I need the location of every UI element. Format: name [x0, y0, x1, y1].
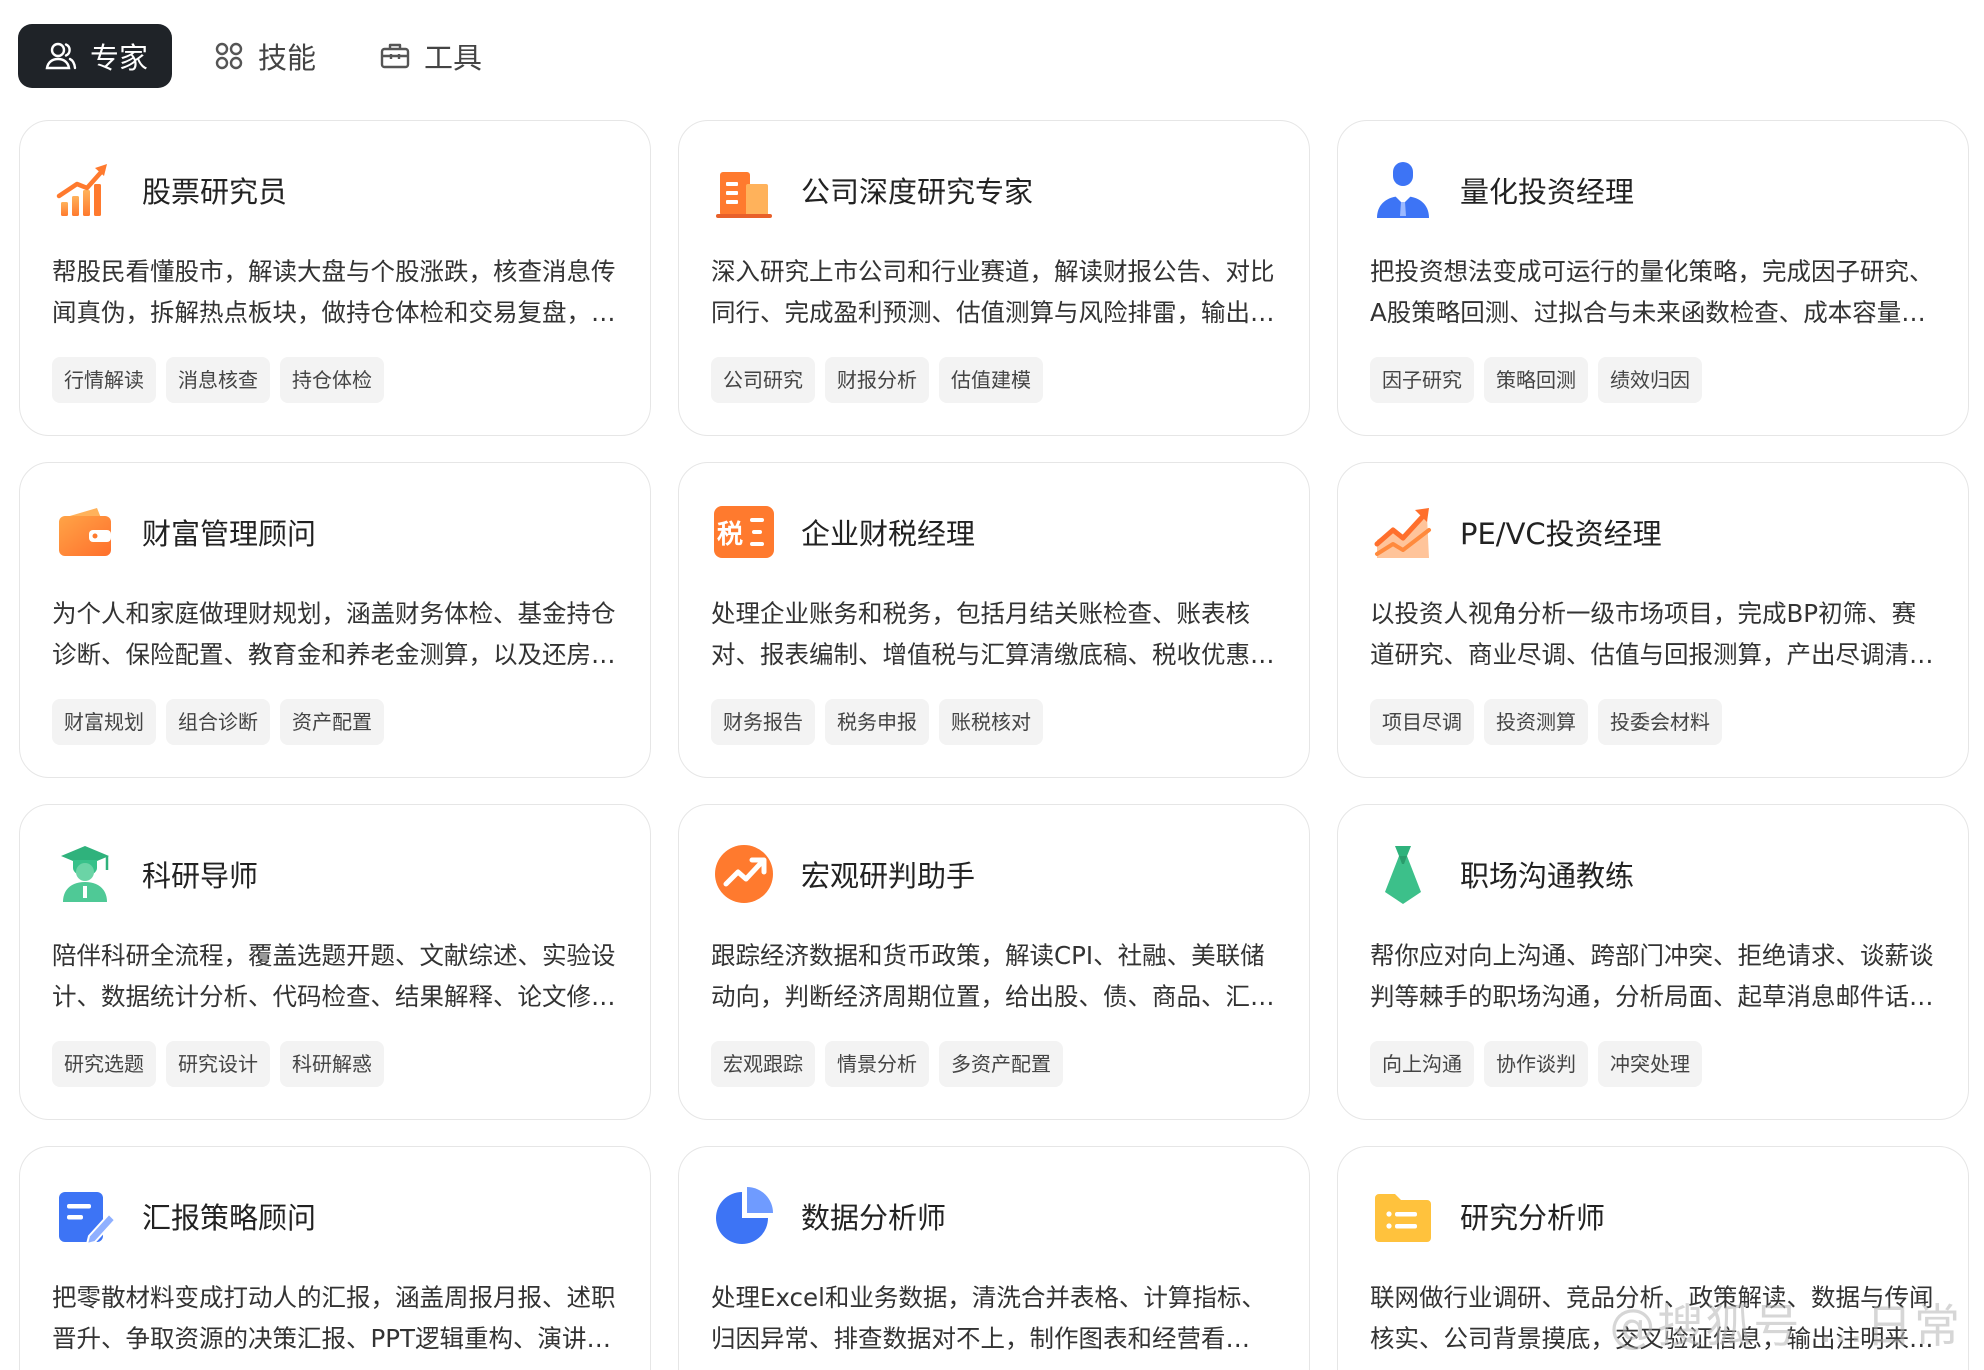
card-description: 深入研究上市公司和行业赛道，解读财报公告、对比同行、完成盈利预测、估值测算与风险…: [711, 257, 1275, 327]
grid-dots-icon: [215, 42, 243, 70]
tag: 公司研究: [711, 357, 815, 403]
card-title: 研究分析师: [1460, 1201, 1606, 1235]
tag: 财富规划: [52, 699, 156, 745]
card-description: 把投资想法变成可运行的量化策略，完成因子研究、A股策略回测、过拟合与未来函数检查…: [1370, 257, 1934, 327]
expert-card[interactable]: 量化投资经理 把投资想法变成可运行的量化策略，完成因子研究、A股策略回测、过拟合…: [1337, 120, 1969, 436]
rising-bar-chart-icon: [52, 157, 118, 223]
card-description: 为个人和家庭做理财规划，涵盖财务体检、基金持仓诊断、保险配置、教育金和养老金测算…: [52, 599, 616, 669]
expert-card[interactable]: 宏观研判助手 跟踪经济数据和货币政策，解读CPI、社融、美联储动向，判断经济周期…: [678, 804, 1310, 1120]
expert-card[interactable]: 职场沟通教练 帮你应对向上沟通、跨部门冲突、拒绝请求、谈薪谈判等棘手的职场沟通，…: [1337, 804, 1969, 1120]
tab-experts[interactable]: 专家: [18, 24, 173, 88]
expert-card[interactable]: 数据分析师 处理Excel和业务数据，清洗合并表格、计算指标、归因异常、排查数据…: [678, 1146, 1310, 1370]
tag: 策略回测: [1484, 357, 1588, 403]
card-title: 数据分析师: [801, 1201, 947, 1235]
expert-card[interactable]: 财富管理顾问 为个人和家庭做理财规划，涵盖财务体检、基金持仓诊断、保险配置、教育…: [19, 462, 651, 778]
card-title: 科研导师: [142, 859, 259, 893]
folder-list-icon: [1370, 1183, 1436, 1249]
tag: 向上沟通: [1370, 1041, 1474, 1087]
expert-card[interactable]: 股票研究员 帮股民看懂股市，解读大盘与个股涨跌，核查消息传闻真伪，拆解热点板块，…: [19, 120, 651, 436]
tag: 投资测算: [1484, 699, 1588, 745]
tag: 税务申报: [825, 699, 929, 745]
tag-list: 行情解读 消息核查 持仓体检: [52, 357, 616, 403]
card-description: 以投资人视角分析一级市场项目，完成BP初筛、赛道研究、商业尽调、估值与回报测算，…: [1370, 599, 1917, 669]
tag-list: 项目尽调 投资测算 投委会材料: [1370, 699, 1934, 745]
card-title: 企业财税经理: [801, 517, 976, 551]
toolbox-icon: [380, 43, 410, 69]
businessman-icon: [1370, 157, 1436, 223]
tag-list: 宏观跟踪 情景分析 多资产配置: [711, 1041, 1275, 1087]
expert-card[interactable]: 研究分析师 联网做行业调研、竞品分析、政策解读、数据与传闻核实、公司背景摸底，交…: [1337, 1146, 1969, 1370]
pie-chart-icon: [711, 1183, 777, 1249]
tab-label: 技能: [258, 41, 317, 75]
tag-list: 财富规划 组合诊断 资产配置: [52, 699, 616, 745]
card-title: 汇报策略顾问: [142, 1201, 317, 1235]
tag-list: 向上沟通 协作谈判 冲突处理: [1370, 1041, 1934, 1087]
tag: 投委会材料: [1598, 699, 1722, 745]
trend-chart-icon: [1370, 499, 1436, 565]
tag: 科研解惑: [280, 1041, 384, 1087]
card-title: 股票研究员: [142, 175, 288, 209]
tag: 资产配置: [280, 699, 384, 745]
trend-circle-icon: [711, 841, 777, 907]
expert-card[interactable]: PE/VC投资经理 以投资人视角分析一级市场项目，完成BP初筛、赛道研究、商业尽…: [1337, 462, 1969, 778]
tag-list: 研究选题 研究设计 科研解惑: [52, 1041, 616, 1087]
card-title: 量化投资经理: [1460, 175, 1635, 209]
card-description: 处理企业账务和税务，包括月结关账检查、账表核对、报表编制、增值税与汇算清缴底稿、…: [711, 599, 1275, 669]
card-title: 公司深度研究专家: [801, 175, 1034, 209]
building-icon: [711, 157, 777, 223]
user-group-icon: [45, 42, 77, 70]
tab-label: 工具: [424, 41, 483, 75]
tag: 情景分析: [825, 1041, 929, 1087]
tag: 冲突处理: [1598, 1041, 1702, 1087]
tab-skills[interactable]: 技能: [190, 24, 338, 88]
card-description: 跟踪经济数据和货币政策，解读CPI、社融、美联储动向，判断经济周期位置，给出股、…: [711, 941, 1265, 1011]
card-description: 陪伴科研全流程，覆盖选题开题、文献综述、实验设计、数据统计分析、代码检查、结果解…: [52, 941, 616, 1011]
tag: 组合诊断: [166, 699, 270, 745]
tax-icon: 税: [711, 499, 777, 565]
card-description: 处理Excel和业务数据，清洗合并表格、计算指标、归因异常、排查数据对不上，制作…: [711, 1283, 1266, 1353]
expert-card[interactable]: 科研导师 陪伴科研全流程，覆盖选题开题、文献综述、实验设计、数据统计分析、代码检…: [19, 804, 651, 1120]
tag: 宏观跟踪: [711, 1041, 815, 1087]
tag: 财报分析: [825, 357, 929, 403]
tab-bar: 专家 技能 工具: [18, 24, 504, 88]
edit-document-icon: [52, 1183, 118, 1249]
tag: 持仓体检: [280, 357, 384, 403]
svg-text:税: 税: [717, 520, 743, 550]
tab-label: 专家: [90, 41, 149, 75]
tag-list: 因子研究 策略回测 绩效归因: [1370, 357, 1934, 403]
tag-list: 公司研究 财报分析 估值建模: [711, 357, 1275, 403]
card-description: 联网做行业调研、竞品分析、政策解读、数据与传闻核实、公司背景摸底，交叉验证信息，…: [1370, 1283, 1934, 1353]
card-title: 职场沟通教练: [1460, 859, 1635, 893]
tag: 消息核查: [166, 357, 270, 403]
tag: 绩效归因: [1598, 357, 1702, 403]
expert-card[interactable]: 税 企业财税经理 处理企业账务和税务，包括月结关账检查、账表核对、报表编制、增值…: [678, 462, 1310, 778]
wallet-icon: [52, 499, 118, 565]
tag: 财务报告: [711, 699, 815, 745]
expert-card-grid: 股票研究员 帮股民看懂股市，解读大盘与个股涨跌，核查消息传闻真伪，拆解热点板块，…: [19, 120, 1969, 1370]
card-title: PE/VC投资经理: [1460, 517, 1662, 551]
tab-tools[interactable]: 工具: [356, 24, 504, 88]
tag: 研究设计: [166, 1041, 270, 1087]
tag: 多资产配置: [939, 1041, 1063, 1087]
tag: 账税核对: [939, 699, 1043, 745]
card-description: 把零散材料变成打动人的汇报，涵盖周报月报、述职晋升、争取资源的决策汇报、PPT逻…: [52, 1283, 616, 1353]
card-description: 帮股民看懂股市，解读大盘与个股涨跌，核查消息传闻真伪，拆解热点板块，做持仓体检和…: [52, 257, 616, 327]
card-title: 财富管理顾问: [142, 517, 317, 551]
tag-list: 财务报告 税务申报 账税核对: [711, 699, 1275, 745]
expert-card[interactable]: 公司深度研究专家 深入研究上市公司和行业赛道，解读财报公告、对比同行、完成盈利预…: [678, 120, 1310, 436]
tag: 估值建模: [939, 357, 1043, 403]
tag: 项目尽调: [1370, 699, 1474, 745]
card-description: 帮你应对向上沟通、跨部门冲突、拒绝请求、谈薪谈判等棘手的职场沟通，分析局面、起草…: [1370, 941, 1934, 1011]
tag: 行情解读: [52, 357, 156, 403]
tag: 协作谈判: [1484, 1041, 1588, 1087]
expert-card[interactable]: 汇报策略顾问 把零散材料变成打动人的汇报，涵盖周报月报、述职晋升、争取资源的决策…: [19, 1146, 651, 1370]
tag: 研究选题: [52, 1041, 156, 1087]
tag: 因子研究: [1370, 357, 1474, 403]
necktie-icon: [1370, 841, 1436, 907]
graduate-icon: [52, 841, 118, 907]
card-title: 宏观研判助手: [801, 859, 976, 893]
